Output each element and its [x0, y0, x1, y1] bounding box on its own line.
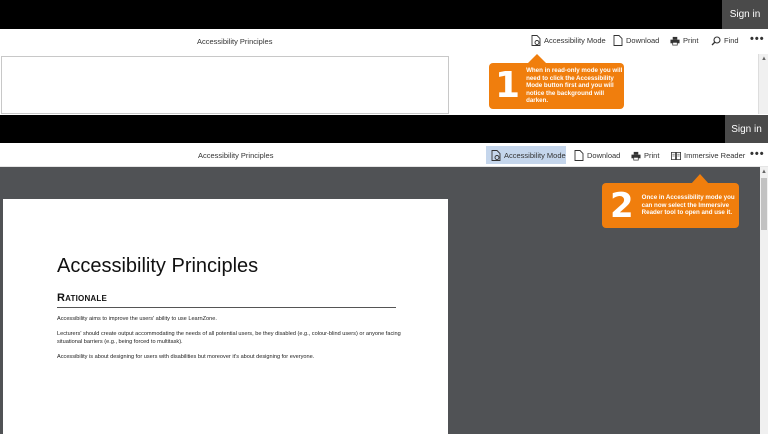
top-bar — [0, 0, 768, 29]
immersive-reader-label: Immersive Reader — [684, 151, 746, 160]
print-label: Print — [683, 36, 699, 45]
document-settings-icon — [531, 35, 541, 46]
download-button[interactable]: Download — [574, 150, 620, 161]
scrollbar-thumb[interactable] — [761, 178, 767, 230]
more-options-button[interactable]: ••• — [750, 33, 765, 45]
print-label: Print — [644, 151, 660, 160]
paragraph: Lecturers' should create output accommod… — [57, 331, 401, 346]
document-icon — [574, 150, 584, 161]
document-title: Accessibility Principles — [197, 37, 273, 46]
callout-text: Once in Accessibility mode you can now s… — [641, 194, 735, 217]
scrollbar[interactable]: ▲ — [758, 54, 768, 114]
accessibility-mode-button[interactable]: Accessibility Mode — [486, 146, 566, 164]
find-label: Find — [724, 36, 739, 45]
callout-number: 1 — [495, 65, 521, 106]
document-heading: Accessibility Principles — [57, 255, 259, 277]
top-bar — [0, 115, 768, 143]
find-button[interactable]: Find — [711, 35, 739, 46]
print-button[interactable]: Print — [631, 150, 659, 161]
printer-icon — [670, 35, 680, 46]
download-label: Download — [587, 151, 621, 160]
download-label: Download — [626, 36, 660, 45]
paragraph: Accessibility aims to improve the users'… — [57, 316, 217, 322]
sign-in-button[interactable]: Sign in — [722, 0, 768, 29]
download-button[interactable]: Download — [613, 35, 659, 46]
callout-text: When in read-only mode you will need to … — [526, 67, 623, 105]
accessibility-mode-button[interactable]: Accessibility Mode — [531, 35, 606, 46]
more-options-button[interactable]: ••• — [750, 148, 765, 160]
callout-step-2: 2 Once in Accessibility mode you can now… — [602, 183, 739, 228]
document-settings-icon — [491, 149, 501, 161]
section-title: Rationale — [57, 292, 108, 304]
scroll-up-button[interactable]: ▲ — [760, 167, 768, 177]
section-divider — [57, 307, 396, 308]
document-title: Accessibility Principles — [198, 151, 274, 160]
callout-step-1: 1 When in read-only mode you will need t… — [489, 63, 624, 109]
book-icon — [671, 150, 681, 161]
accessibility-mode-label: Accessibility Mode — [504, 150, 566, 160]
document-icon — [613, 35, 623, 46]
search-icon — [711, 35, 721, 46]
document-page — [1, 56, 449, 114]
paragraph: Accessibility is about designing for use… — [57, 354, 315, 360]
scroll-up-button[interactable]: ▲ — [759, 54, 768, 64]
accessibility-mode-label: Accessibility Mode — [544, 36, 606, 45]
immersive-reader-button[interactable]: Immersive Reader — [671, 150, 745, 161]
sign-in-button[interactable]: Sign in — [725, 115, 768, 143]
callout-number: 2 — [610, 185, 634, 226]
print-button[interactable]: Print — [670, 35, 698, 46]
printer-icon — [631, 150, 641, 161]
